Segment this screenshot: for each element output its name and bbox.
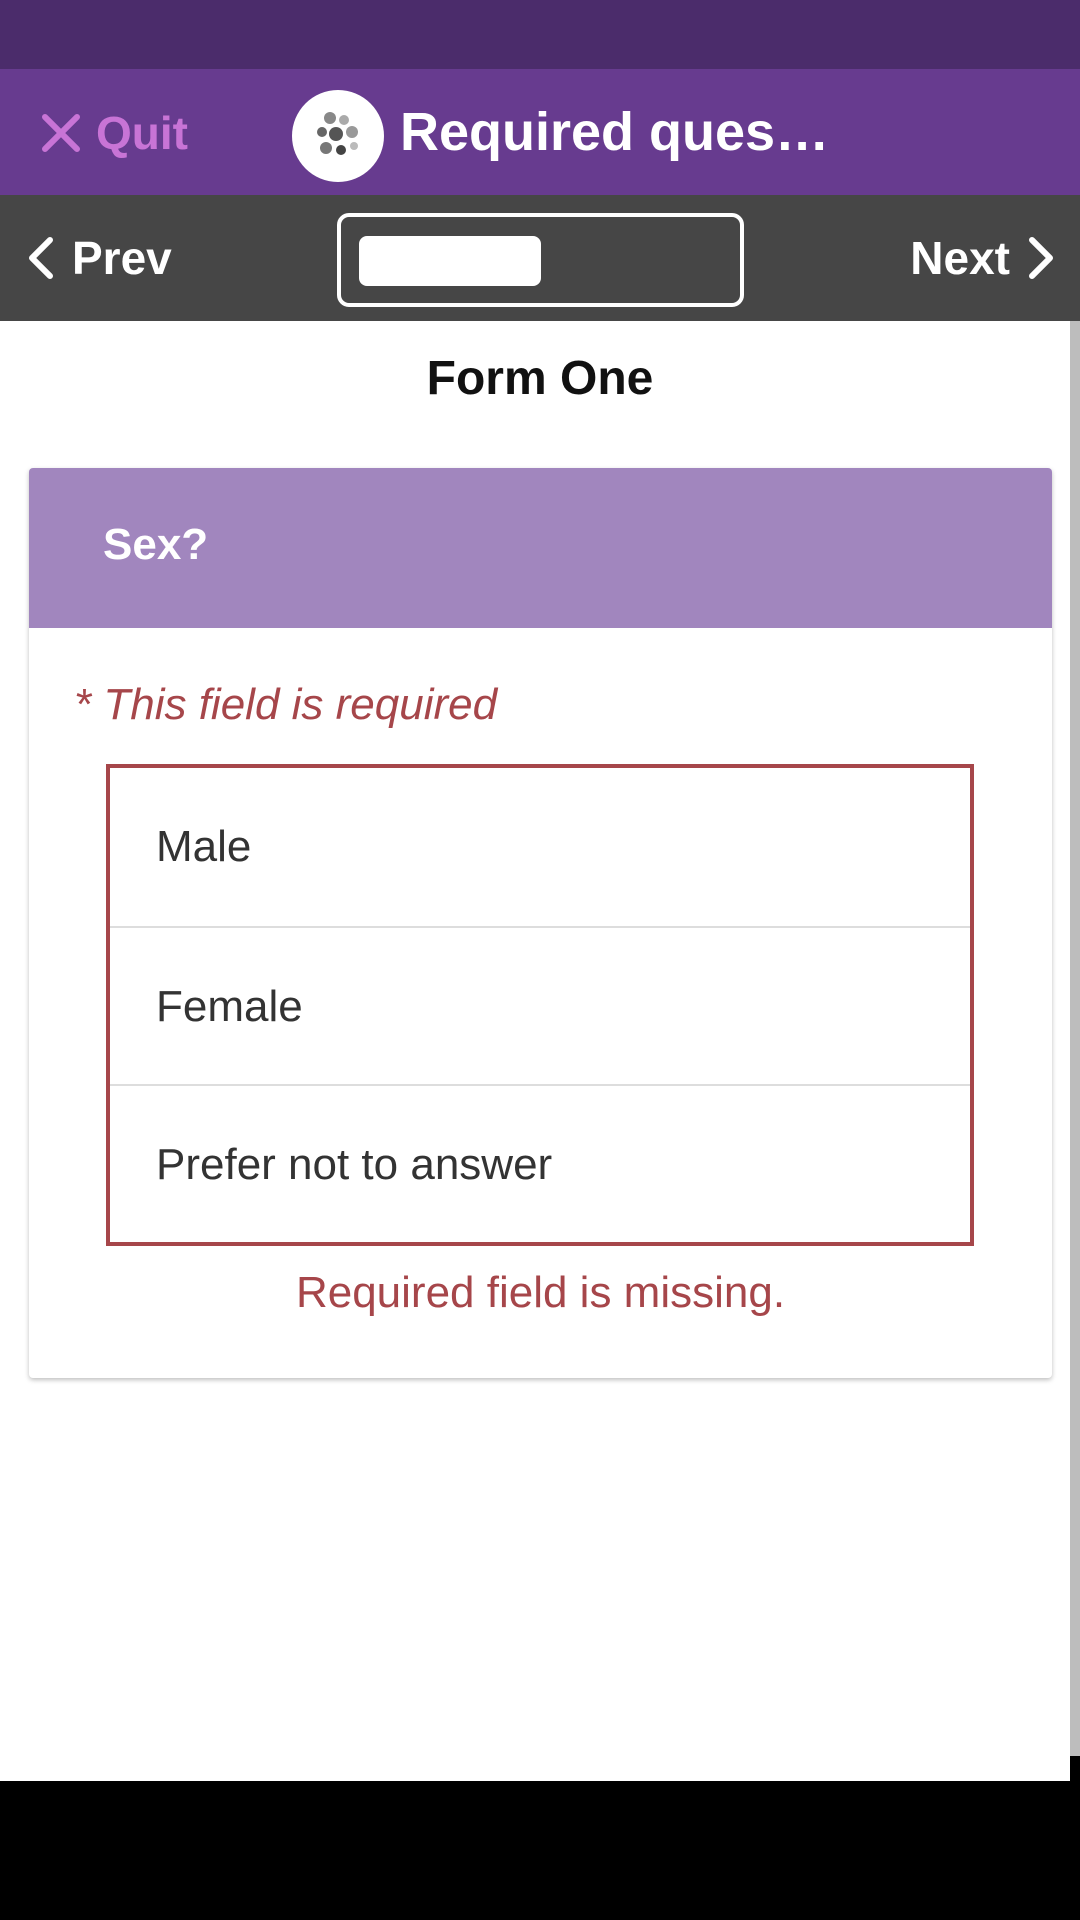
quit-button[interactable]: Quit (40, 103, 188, 163)
question-label: Sex? (103, 520, 209, 569)
progress-indicator (337, 213, 744, 307)
progress-track (359, 236, 722, 286)
close-icon (42, 114, 80, 152)
option-label: Male (156, 822, 252, 871)
quit-label: Quit (96, 107, 188, 159)
prev-button[interactable]: Prev (24, 225, 172, 291)
question-header: Sex? (29, 468, 1052, 628)
option-label: Prefer not to answer (156, 1140, 553, 1189)
prev-label: Prev (72, 232, 172, 284)
option-male[interactable]: Male (110, 768, 970, 926)
navigation-bar: Prev Next (0, 195, 1080, 321)
app-title: Required ques… (400, 102, 830, 162)
option-female[interactable]: Female (110, 928, 970, 1086)
scrollbar[interactable] (1070, 321, 1080, 1756)
chevron-left-icon (29, 237, 53, 279)
option-prefer-not-to-answer[interactable]: Prefer not to answer (110, 1086, 970, 1244)
chevron-right-icon (1029, 237, 1053, 279)
app-bar: Quit Required ques… (0, 69, 1080, 195)
required-note: * This field is required (74, 680, 498, 729)
form-title: Form One (426, 352, 654, 405)
status-bar (0, 0, 1080, 69)
next-button[interactable]: Next (910, 225, 1058, 291)
error-message: Required field is missing. (295, 1268, 786, 1317)
option-label: Female (156, 982, 303, 1031)
system-navigation-area (0, 1781, 1080, 1920)
question-card: Sex? * This field is required Male Femal… (29, 468, 1052, 1378)
next-label: Next (910, 232, 1010, 284)
progress-fill (359, 236, 541, 286)
options-list: Male Female Prefer not to answer (106, 764, 974, 1246)
app-logo-icon (292, 90, 384, 182)
form-content[interactable]: Form One Sex? * This field is required M… (0, 321, 1070, 1781)
